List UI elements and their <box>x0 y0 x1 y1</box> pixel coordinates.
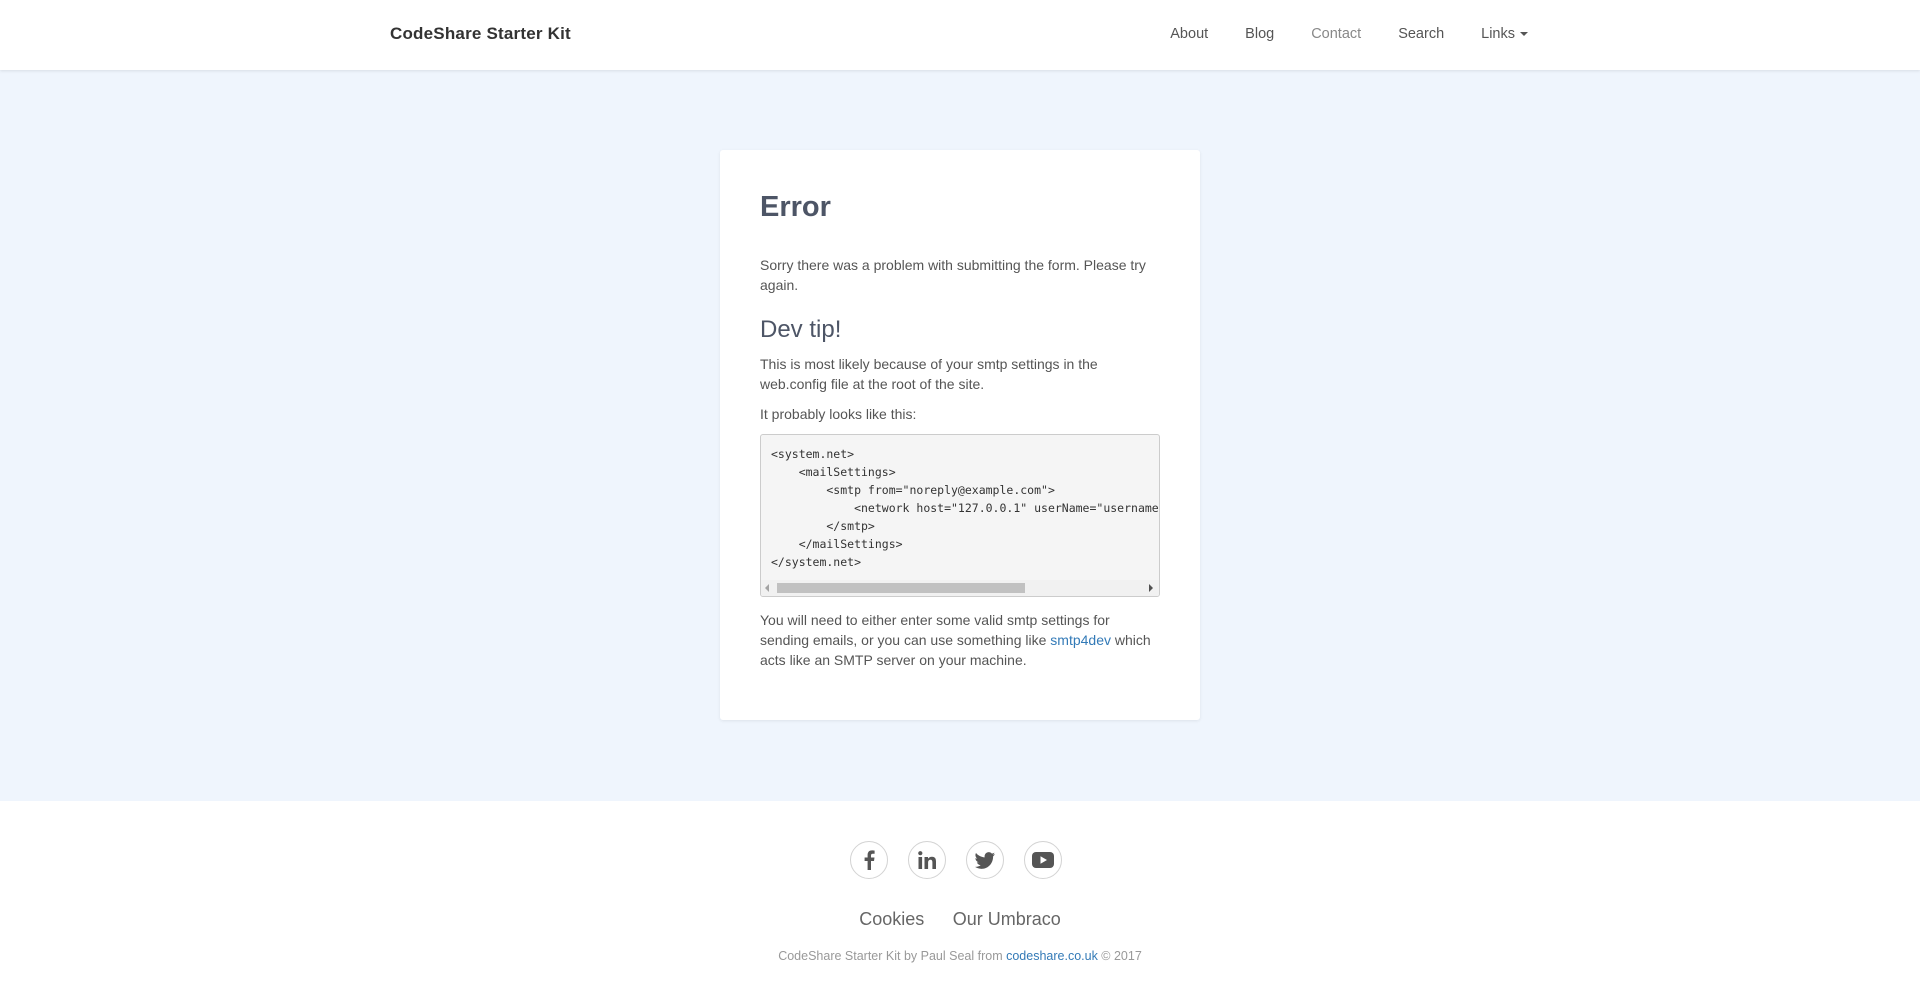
error-message: Sorry there was a problem with submittin… <box>760 256 1146 293</box>
dev-tip-text: This is most likely because of your smtp… <box>760 355 1098 392</box>
nav-links-label: Links <box>1481 26 1515 42</box>
social-links <box>850 841 1082 879</box>
nav-search[interactable]: Search <box>1398 26 1444 42</box>
footer-links: Cookies Our Umbraco <box>0 909 1920 930</box>
youtube-button[interactable] <box>1024 841 1062 879</box>
youtube-icon <box>1032 852 1054 868</box>
footer: Cookies Our Umbraco CodeShare Starter Ki… <box>0 801 1920 1007</box>
brand-logo[interactable]: CodeShare Starter Kit <box>390 24 571 44</box>
nav-links-dropdown[interactable]: Links <box>1481 26 1528 42</box>
final-instructions: You will need to either enter some valid… <box>760 610 1160 670</box>
code-content: <system.net> <mailSettings> <smtp from="… <box>771 446 1160 569</box>
codeshare-link[interactable]: codeshare.co.uk <box>1006 949 1098 963</box>
main-nav: About Blog Contact Search Links <box>1133 26 1528 42</box>
looks-like-text: It probably looks like this: <box>760 405 917 422</box>
facebook-button[interactable] <box>850 841 888 879</box>
linkedin-icon <box>918 851 936 869</box>
scroll-right-arrow-icon[interactable] <box>1149 583 1153 592</box>
caret-down-icon <box>1520 32 1528 37</box>
twitter-button[interactable] <box>966 841 1004 879</box>
nav-about[interactable]: About <box>1170 26 1208 42</box>
facebook-icon <box>864 850 875 870</box>
scroll-thumb[interactable] <box>777 582 1025 593</box>
nav-contact[interactable]: Contact <box>1311 26 1361 42</box>
dev-tip-heading: Dev tip! <box>760 315 842 343</box>
copyright-text-post: © 2017 <box>1097 949 1142 963</box>
twitter-icon <box>975 851 995 869</box>
cookies-link[interactable]: Cookies <box>859 909 924 929</box>
our-umbraco-link[interactable]: Our Umbraco <box>953 909 1061 929</box>
scroll-left-arrow-icon[interactable] <box>765 583 769 592</box>
error-card: Error Sorry there was a problem with sub… <box>720 150 1200 720</box>
horizontal-scrollbar[interactable] <box>761 579 1159 596</box>
copyright: CodeShare Starter Kit by Paul Seal from … <box>0 949 1920 963</box>
copyright-text-pre: CodeShare Starter Kit by Paul Seal from <box>778 949 1007 963</box>
top-navbar: CodeShare Starter Kit About Blog Contact… <box>0 0 1920 70</box>
error-title: Error <box>760 191 831 223</box>
smtp4dev-link[interactable]: smtp4dev <box>1050 632 1111 648</box>
code-block[interactable]: <system.net> <mailSettings> <smtp from="… <box>760 433 1160 597</box>
nav-blog[interactable]: Blog <box>1245 26 1274 42</box>
linkedin-button[interactable] <box>908 841 946 879</box>
